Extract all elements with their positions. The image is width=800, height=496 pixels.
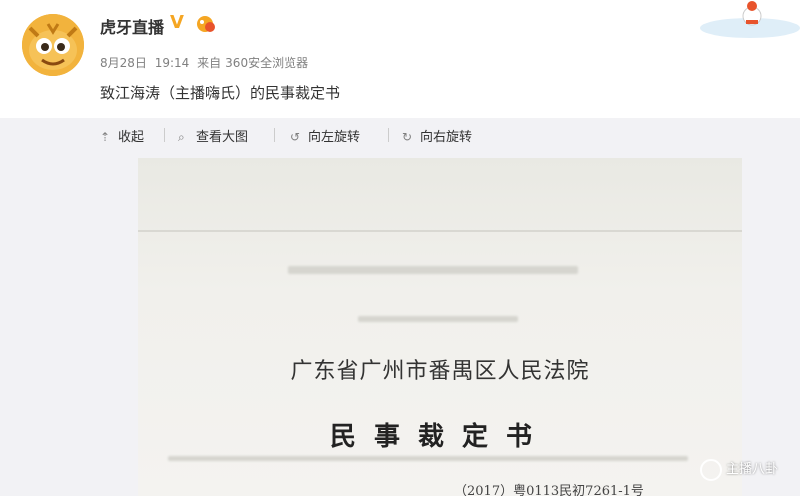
document-title: 民事裁定书: [329, 422, 550, 452]
collapse-icon: ⇡: [100, 130, 111, 144]
toolbar-divider: [164, 128, 165, 142]
show-through-text: [288, 266, 578, 274]
toolbar-divider: [274, 128, 275, 142]
case-number: （2017）粤0113民初7261-1号: [454, 484, 644, 496]
rotate-left-button[interactable]: ↺ 向左旋转: [290, 126, 360, 145]
view-large-button[interactable]: ⌕ 查看大图: [178, 126, 248, 145]
post-date[interactable]: 8月28日: [100, 56, 147, 70]
view-large-label: 查看大图: [196, 130, 249, 145]
post-text: 致江海涛（主播嗨氏）的民事裁定书: [100, 84, 341, 102]
paper-crease: [138, 230, 742, 232]
rotate-left-label: 向左旋转: [308, 130, 361, 145]
media-panel: ⇡ 收起 ⌕ 查看大图 ↺ 向左旋转 ↻ 向右旋转 广东省广州市番禺区人民法院 民事裁定…: [0, 118, 800, 496]
show-through-text: [168, 456, 688, 461]
festive-decoration-icon: [690, 0, 800, 40]
document-photo[interactable]: 广东省广州市番禺区人民法院 民事裁定书 （2017）粤0113民初7261-1号: [138, 158, 742, 496]
member-badge-icon[interactable]: [196, 15, 216, 33]
rotate-right-label: 向右旋转: [420, 130, 473, 145]
rotate-right-button[interactable]: ↻ 向右旋转: [402, 126, 472, 145]
collapse-label: 收起: [118, 130, 145, 145]
search-icon: ⌕: [178, 130, 185, 144]
show-through-text: [358, 316, 518, 322]
collapse-button[interactable]: ⇡ 收起: [100, 126, 144, 145]
post-header: 虎牙直播 V 8月28日 19:14 来自 360安全浏览器 致江海涛（主播嗨氏）…: [0, 0, 800, 118]
court-name: 广东省广州市番禺区人民法院: [290, 359, 590, 384]
post-meta: 8月28日 19:14 来自 360安全浏览器: [100, 54, 312, 71]
watermark: 主播八卦: [700, 458, 778, 481]
watermark-logo-icon: [700, 458, 722, 481]
toolbar-divider: [388, 128, 389, 142]
post-time[interactable]: 19:14: [155, 56, 190, 70]
avatar[interactable]: [22, 14, 84, 76]
user-name[interactable]: 虎牙直播: [100, 14, 164, 38]
rotate-right-icon: ↻: [402, 130, 413, 144]
rotate-left-icon: ↺: [290, 130, 301, 144]
watermark-text: 主播八卦: [726, 462, 779, 477]
tiger-mascot-icon: [22, 14, 84, 76]
verified-icon: V: [170, 12, 184, 33]
source-prefix: 来自: [197, 56, 222, 70]
post-source[interactable]: 360安全浏览器: [225, 56, 308, 70]
